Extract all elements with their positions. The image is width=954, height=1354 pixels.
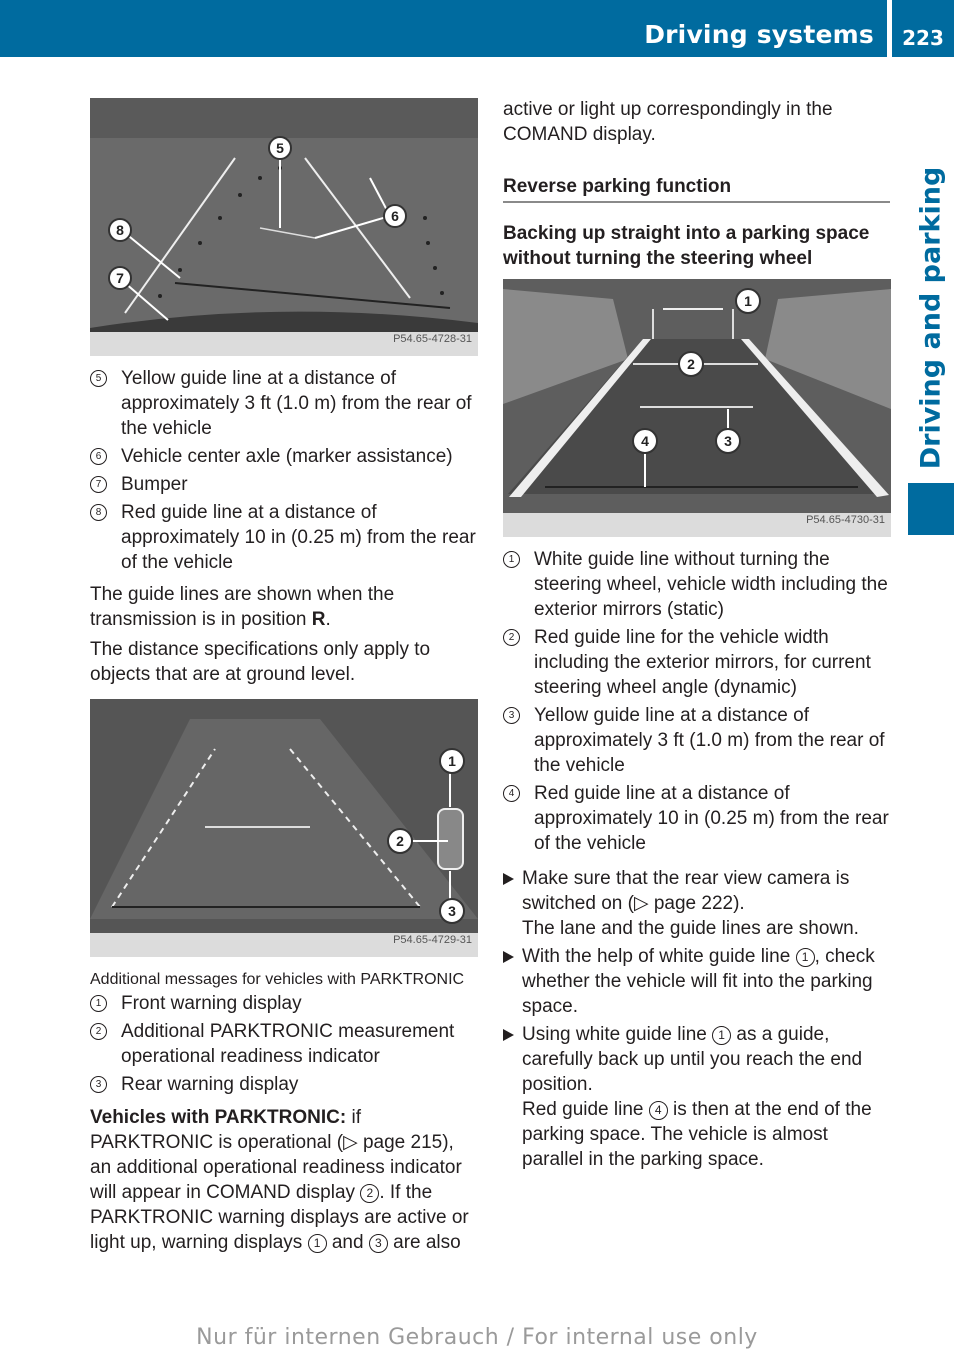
paragraph: The guide lines are shown when the trans… bbox=[90, 584, 395, 630]
svg-text:3: 3 bbox=[448, 903, 456, 919]
callout-number: 3 bbox=[503, 707, 520, 724]
legend-item: 3 Rear warning display bbox=[90, 1072, 480, 1097]
page-number: 223 bbox=[902, 26, 944, 50]
figure-reverse-parking: 1 2 3 4 P54.65-4730-31 bbox=[503, 279, 891, 537]
callout-ref: 1 bbox=[795, 948, 815, 967]
callout-number: 2 bbox=[90, 1023, 107, 1040]
callout-number: 5 bbox=[90, 370, 107, 387]
callout-number: 7 bbox=[90, 476, 107, 493]
figure-parktronic: 1 2 3 P54.65-4729-31 bbox=[90, 699, 478, 957]
legend-item: 5 Yellow guide line at a distance of appr… bbox=[90, 366, 480, 441]
svg-text:1: 1 bbox=[744, 293, 752, 309]
instruction-steps: Make sure that the rear view camera is s… bbox=[503, 866, 890, 1172]
step-arrow-icon bbox=[503, 951, 514, 963]
svg-text:2: 2 bbox=[687, 356, 695, 372]
chapter-marker bbox=[908, 483, 954, 535]
step-item: Make sure that the rear view camera is s… bbox=[503, 866, 890, 941]
page-ref-icon: ▷ bbox=[633, 893, 649, 914]
callout-number: 1 bbox=[503, 551, 520, 568]
section-heading: Reverse parking function bbox=[503, 175, 890, 203]
camera-image: 5 6 8 7 bbox=[90, 98, 478, 332]
callout-number: 8 bbox=[90, 504, 107, 521]
legend-list: 1 Front warning display 2 Additional PARKT… bbox=[90, 991, 480, 1097]
svg-text:7: 7 bbox=[116, 270, 124, 286]
svg-text:8: 8 bbox=[116, 222, 124, 238]
chapter-tab: Driving and parking bbox=[908, 158, 954, 478]
legend-item: 2 Red guide line for the vehicle width in… bbox=[503, 625, 890, 700]
svg-text:1: 1 bbox=[448, 753, 456, 769]
footer-watermark: Nur für internen Gebrauch / For internal… bbox=[196, 1325, 758, 1350]
figure-code: P54.65-4730-31 bbox=[806, 514, 885, 526]
svg-text:6: 6 bbox=[391, 208, 399, 224]
paragraph: The distance specifications only apply t… bbox=[90, 639, 431, 685]
figure-camera-guidelines: 5 6 8 7 P54.65-4728-31 bbox=[90, 98, 478, 356]
callout-ref: 3 bbox=[368, 1234, 388, 1253]
callout-number: 3 bbox=[90, 1076, 107, 1093]
callout-ref: 1 bbox=[712, 1026, 732, 1045]
chapter-tab-label: Driving and parking bbox=[915, 166, 947, 470]
callout-ref: 1 bbox=[307, 1234, 327, 1253]
svg-text:5: 5 bbox=[276, 140, 284, 156]
step-arrow-icon bbox=[503, 1029, 514, 1041]
callout-number: 2 bbox=[503, 629, 520, 646]
legend-item: 6 Vehicle center axle (marker assistance) bbox=[90, 444, 480, 469]
camera-image: 1 2 3 4 bbox=[503, 279, 891, 513]
callout-ref: 4 bbox=[648, 1101, 668, 1120]
legend-item: 1 White guide line without turning the st… bbox=[503, 547, 890, 622]
paragraph: active or light up correspondingly in th… bbox=[503, 99, 833, 145]
step-result: The lane and the guide lines are shown. bbox=[522, 918, 859, 939]
figure-caption: Additional messages for vehicles with PA… bbox=[90, 971, 465, 988]
step-arrow-icon bbox=[503, 873, 514, 885]
legend-list: 5 Yellow guide line at a distance of appr… bbox=[90, 366, 480, 575]
legend-list: 1 White guide line without turning the st… bbox=[503, 547, 890, 856]
svg-text:3: 3 bbox=[724, 433, 732, 449]
callout-1: 1 bbox=[735, 288, 761, 314]
legend-item: 3 Yellow guide line at a distance of appr… bbox=[503, 703, 890, 778]
legend-item: 1 Front warning display bbox=[90, 991, 480, 1016]
callout-number: 4 bbox=[503, 785, 520, 802]
figure-code: P54.65-4729-31 bbox=[393, 934, 472, 946]
callout-ref: 2 bbox=[360, 1184, 380, 1203]
legend-item: 8 Red guide line at a distance of approxi… bbox=[90, 500, 480, 575]
legend-item: 4 Red guide line at a distance of approxi… bbox=[503, 781, 890, 856]
step-item: Using white guide line 1 as a guide, car… bbox=[503, 1022, 890, 1172]
svg-text:4: 4 bbox=[641, 433, 649, 449]
legend-item: 2 Additional PARKTRONIC measurement opera… bbox=[90, 1019, 480, 1069]
left-column: 5 6 8 7 P54.65-4728-31 5 Yellow guide lin… bbox=[90, 98, 480, 1260]
parktronic-paragraph: Vehicles with PARKTRONIC: if PARKTRONIC … bbox=[90, 1107, 469, 1253]
step-item: With the help of white guide line 1, che… bbox=[503, 944, 890, 1019]
subsection-heading: Backing up straight into a parking space… bbox=[503, 223, 870, 269]
figure-code: P54.65-4728-31 bbox=[393, 333, 472, 345]
callout-number: 6 bbox=[90, 448, 107, 465]
callout-2: 2 bbox=[678, 351, 704, 377]
section-title: Driving systems bbox=[644, 20, 874, 49]
right-column: active or light up correspondingly in th… bbox=[503, 97, 891, 1175]
callout-number: 1 bbox=[90, 995, 107, 1012]
camera-image: 1 2 3 bbox=[90, 699, 478, 933]
legend-item: 7 Bumper bbox=[90, 472, 480, 497]
svg-text:2: 2 bbox=[396, 833, 404, 849]
page-ref-icon: ▷ bbox=[343, 1132, 358, 1153]
